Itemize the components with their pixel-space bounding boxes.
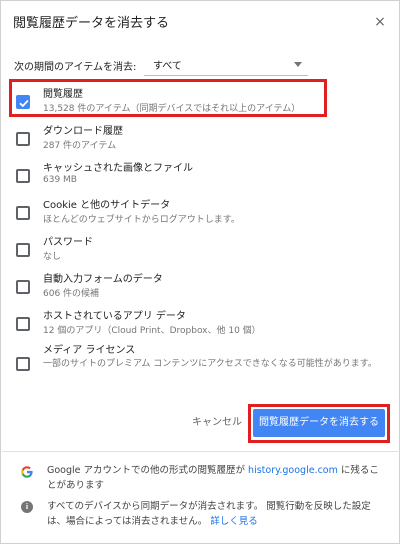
option-browsing-history[interactable]: 閲覧履歴 13,528 件のアイテム（同期デバイスではそれ以上のアイテム） [1,85,400,121]
option-passwords[interactable]: パスワード なし [1,233,400,269]
learn-more-link[interactable]: 詳しく見る [210,516,258,527]
option-hosted-app-data[interactable]: ホストされているアプリ データ 12 個のアプリ（Cloud Print、Dro… [1,307,400,343]
checkbox-browsing-history[interactable] [16,95,30,109]
option-autofill[interactable]: 自動入力フォームのデータ 606 件の候補 [1,270,400,306]
option-subtitle: 13,528 件のアイテム（同期デバイスではそれ以上のアイテム） [43,104,301,114]
google-icon [21,466,33,478]
period-dropdown[interactable]: すべて [144,54,308,76]
dialog-title: 閲覧履歴データを消去する [13,16,170,31]
checkbox-autofill[interactable] [16,280,30,294]
option-title: 自動入力フォームのデータ [43,274,163,285]
option-title: ダウンロード履歴 [43,126,123,137]
sync-note-text: すべてのデバイスから同期データが消去されます。 閲覧行動を反映した設定は、場合に… [47,499,387,529]
google-note-text: Google アカウントでの他の形式の閲覧履歴が history.google.… [47,463,387,493]
period-label: 次の期間のアイテムを消去: [14,62,137,73]
clear-browsing-data-dialog: 閲覧履歴データを消去する × 次の期間のアイテムを消去: すべて 閲覧履歴 13… [0,0,400,544]
checkbox-cookies[interactable] [16,206,30,220]
option-title: ホストされているアプリ データ [43,311,186,322]
option-subtitle: 一部のサイトのプレミアム コンテンツにアクセスできなくなる可能性があります。 [43,359,377,369]
option-subtitle: 606 件の候補 [43,289,100,299]
footer-text-segment: すべてのデバイスから同期データが消去されます。 閲覧行動を反映した設定は、場合に… [47,501,371,527]
cancel-button[interactable]: キャンセル [187,413,247,433]
option-subtitle: ほとんどのウェブサイトからログアウトします。 [43,215,240,225]
option-title: Cookie と他のサイトデータ [43,200,171,211]
checkbox-hosted-app-data[interactable] [16,317,30,331]
option-media-licenses[interactable]: メディア ライセンス 一部のサイトのプレミアム コンテンツにアクセスできなくなる… [1,341,400,389]
dropdown-arrow-icon [294,62,302,67]
checkbox-media-licenses[interactable] [16,357,30,371]
checkbox-download-history[interactable] [16,132,30,146]
option-subtitle: なし [43,252,62,262]
period-selected-value: すべて [153,61,182,72]
divider [2,451,400,452]
checkbox-cached-images[interactable] [16,169,30,183]
close-icon[interactable]: × [372,14,388,30]
option-title: パスワード [43,237,93,248]
history-google-link[interactable]: history.google.com [248,465,338,476]
option-subtitle: 639 MB [43,175,77,185]
option-cookies[interactable]: Cookie と他のサイトデータ ほとんどのウェブサイトからログアウトします。 [1,196,400,232]
checkbox-passwords[interactable] [16,243,30,257]
option-subtitle: 287 件のアイテム [43,141,117,151]
clear-data-button[interactable]: 閲覧履歴データを消去する [253,409,385,437]
option-subtitle: 12 個のアプリ（Cloud Print、Dropbox、他 10 個） [43,326,261,336]
footer-text-segment: Google アカウントでの他の形式の閲覧履歴が [47,465,249,476]
option-title: キャッシュされた画像とファイル [43,163,193,174]
option-title: メディア ライセンス [43,345,136,356]
option-title: 閲覧履歴 [43,89,83,100]
option-cached-images[interactable]: キャッシュされた画像とファイル 639 MB [1,159,400,195]
option-download-history[interactable]: ダウンロード履歴 287 件のアイテム [1,122,400,158]
info-icon: i [21,501,33,513]
